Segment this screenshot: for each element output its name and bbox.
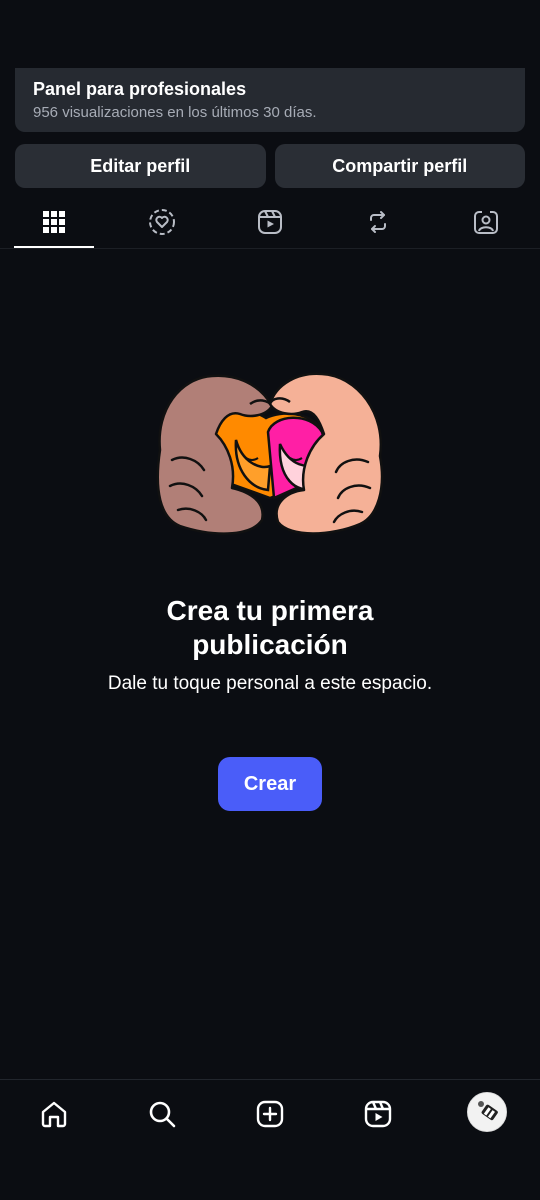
repost-icon bbox=[370, 211, 386, 233]
tab-reposts[interactable] bbox=[324, 196, 432, 248]
grid-icon bbox=[43, 211, 65, 233]
create-post-button[interactable]: Crear bbox=[218, 757, 322, 811]
heart-circle-icon bbox=[149, 209, 175, 235]
tagged-icon bbox=[474, 211, 498, 234]
edit-profile-button[interactable]: Editar perfil bbox=[15, 144, 266, 188]
pro-panel-subtitle: 956 visualizaciones en los últimos 30 dí… bbox=[33, 104, 317, 121]
tab-reels[interactable] bbox=[216, 196, 324, 248]
reels-icon bbox=[258, 210, 282, 234]
create-icon bbox=[256, 1100, 284, 1128]
tab-highlights[interactable] bbox=[108, 196, 216, 248]
profile-screen: Panel para profesionales 956 visualizaci… bbox=[0, 0, 540, 1200]
tab-posts[interactable] bbox=[0, 196, 108, 248]
empty-state-title-line2: publicación bbox=[192, 629, 348, 660]
profile-avatar[interactable] bbox=[467, 1092, 507, 1132]
profile-tabs bbox=[0, 196, 540, 249]
search-icon bbox=[149, 1101, 176, 1128]
profile-actions: Editar perfil Compartir perfil bbox=[15, 144, 525, 188]
nav-reels[interactable] bbox=[358, 1094, 398, 1134]
nav-search[interactable] bbox=[142, 1094, 182, 1134]
professional-dashboard-card[interactable]: Panel para profesionales 956 visualizaci… bbox=[15, 68, 525, 132]
share-profile-button[interactable]: Compartir perfil bbox=[274, 144, 525, 188]
tab-tagged[interactable] bbox=[432, 196, 540, 248]
empty-state-subtitle: Dale tu toque personal a este espacio. bbox=[107, 673, 433, 694]
nav-create[interactable] bbox=[250, 1094, 290, 1134]
home-icon bbox=[41, 1101, 67, 1128]
bottom-navigation bbox=[0, 1079, 540, 1200]
avatar-image bbox=[468, 1093, 506, 1131]
pro-panel-title: Panel para profesionales bbox=[33, 79, 247, 99]
nav-home[interactable] bbox=[34, 1094, 74, 1134]
heart-hands-illustration bbox=[156, 372, 384, 535]
empty-state-title-line1: Crea tu primera bbox=[166, 595, 374, 626]
empty-state-title: Crea tu primera publicación bbox=[0, 594, 540, 662]
reels-icon bbox=[364, 1100, 392, 1128]
